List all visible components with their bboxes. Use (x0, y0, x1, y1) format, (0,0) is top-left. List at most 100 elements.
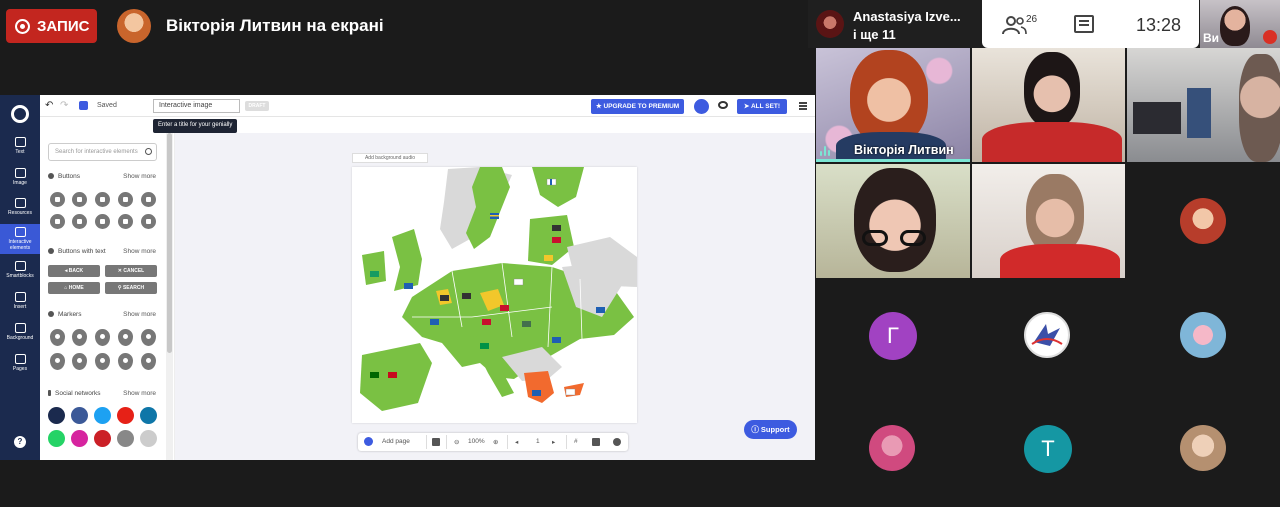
next-page-icon[interactable]: ▸ (552, 438, 555, 446)
nav-smartblocks[interactable]: Smartblocks (0, 261, 40, 279)
add-page-button[interactable]: Add page (382, 438, 410, 445)
info-button-icon[interactable] (118, 192, 133, 207)
zoom-level: 100% (468, 438, 485, 445)
instagram-icon[interactable] (71, 430, 88, 447)
editor-left-nav: Text Image Resources Interactive element… (0, 95, 40, 460)
europe-map-card[interactable] (352, 167, 637, 423)
layout-icon[interactable] (592, 438, 600, 446)
parking-marker-icon[interactable] (141, 329, 156, 346)
all-set-button[interactable]: ➤ ALL SET! (737, 99, 787, 114)
saved-check-icon (79, 101, 88, 110)
whatsapp-icon[interactable] (48, 430, 65, 447)
record-button[interactable]: ЗАПИС (6, 9, 97, 43)
add-page-icon[interactable] (364, 437, 373, 446)
presenter-avatar (117, 9, 151, 43)
settings-button-icon[interactable] (141, 192, 156, 207)
search-text-button[interactable]: ⚲ SEARCH (105, 282, 157, 294)
add-background-audio-button[interactable]: Add background audio (352, 153, 428, 163)
participant-avatar-t[interactable]: Т (1024, 425, 1072, 473)
canvas-bottom-bar: Add page ⊖ 100% ⊕ ◂ 1 ▸ # (358, 433, 628, 451)
show-more-buttons-text[interactable]: Show more (123, 248, 156, 255)
show-more-buttons[interactable]: Show more (123, 173, 156, 180)
home-text-button[interactable]: ⌂ HOME (48, 282, 100, 294)
participant-avatar-1[interactable] (1180, 198, 1226, 244)
people-icon[interactable] (1002, 15, 1028, 35)
smartblocks-icon (14, 261, 26, 271)
theme-icon[interactable] (613, 438, 621, 446)
home-button-icon[interactable] (50, 192, 65, 207)
user-button-icon[interactable] (141, 214, 156, 229)
add-button-icon[interactable] (118, 214, 133, 229)
pinterest-icon[interactable] (94, 430, 111, 447)
zoom-in-icon[interactable]: ⊕ (493, 438, 498, 446)
video-tile-presenter[interactable]: Вікторія Литвин (816, 48, 970, 162)
panel-scroll-thumb[interactable] (167, 133, 172, 353)
food-marker-icon[interactable] (118, 353, 133, 370)
car-marker-icon[interactable] (50, 329, 65, 346)
participant-avatar-2[interactable] (1180, 312, 1226, 358)
self-video-tile[interactable]: Ви (1200, 0, 1280, 48)
nav-interactive-elements[interactable]: Interactive elements (0, 224, 40, 254)
email-icon[interactable] (140, 430, 157, 447)
nav-text[interactable]: Text (0, 137, 40, 155)
search-icon[interactable] (145, 148, 152, 155)
image-icon (14, 168, 26, 178)
video-tile-5[interactable] (972, 164, 1125, 278)
bus-marker-icon[interactable] (72, 329, 87, 346)
next-button-icon[interactable] (72, 214, 87, 229)
nav-pages[interactable]: Pages (0, 354, 40, 372)
zoom-out-icon[interactable]: ⊖ (454, 438, 459, 446)
preview-eye-icon[interactable] (718, 101, 728, 109)
cancel-text-button[interactable]: ✕ CANCEL (105, 265, 157, 277)
twitter-icon[interactable] (94, 407, 111, 424)
back-button-icon[interactable] (95, 214, 110, 229)
title-input[interactable]: Interactive image (153, 99, 240, 113)
facebook-icon[interactable] (71, 407, 88, 424)
nav-background[interactable]: Background (0, 323, 40, 341)
building-marker-icon[interactable] (95, 329, 110, 346)
hand-button-icon[interactable] (50, 214, 65, 229)
undo-icon[interactable]: ↶ (45, 100, 53, 111)
show-more-social[interactable]: Show more (123, 390, 156, 397)
help-icon[interactable]: ? (14, 436, 26, 448)
elements-search-input[interactable]: Search for interactive elements (48, 143, 157, 161)
logo-icon (1031, 324, 1063, 346)
place-marker-icon[interactable] (95, 353, 110, 370)
support-button[interactable]: ⓘ Support (744, 420, 797, 439)
back-text-button[interactable]: ◂ BACK (48, 265, 100, 277)
show-more-markers[interactable]: Show more (123, 311, 156, 318)
pages-icon (14, 354, 26, 364)
redo-icon[interactable]: ↷ (60, 100, 68, 111)
eye-button-icon[interactable] (95, 192, 110, 207)
shop-marker-icon[interactable] (141, 353, 156, 370)
grid-icon[interactable]: # (574, 438, 578, 445)
menu-icon[interactable] (799, 102, 807, 104)
linkedin-icon[interactable] (140, 407, 157, 424)
box-marker-icon[interactable] (50, 353, 65, 370)
meeting-controls-panel: 26 13:28 (982, 0, 1199, 48)
prev-page-icon[interactable]: ◂ (515, 438, 518, 446)
user-avatar-icon[interactable] (694, 99, 709, 114)
web-icon[interactable] (117, 430, 134, 447)
panel-scrollbar[interactable] (166, 133, 173, 460)
vehicle-marker-icon[interactable] (118, 329, 133, 346)
nav-image[interactable]: Image (0, 168, 40, 186)
video-tile-2[interactable] (972, 48, 1125, 162)
youtube-icon[interactable] (117, 407, 134, 424)
upgrade-premium-button[interactable]: ★ UPGRADE TO PREMIUM (591, 99, 684, 114)
insert-icon (14, 292, 26, 302)
participant-avatar-3[interactable] (869, 425, 915, 471)
trash-icon[interactable] (432, 438, 440, 446)
background-icon (14, 323, 26, 333)
nav-resources[interactable]: Resources (0, 198, 40, 216)
participant-avatar-4[interactable] (1180, 425, 1226, 471)
participant-avatar-logo[interactable] (1024, 312, 1070, 358)
video-tile-3[interactable] (1127, 48, 1280, 162)
nav-insert[interactable]: Insert (0, 292, 40, 310)
list-button-icon[interactable] (72, 192, 87, 207)
video-tile-4[interactable] (816, 164, 970, 278)
cross-marker-icon[interactable] (72, 353, 87, 370)
participant-avatar-g[interactable]: Г (869, 312, 917, 360)
genially-social-icon[interactable] (48, 407, 65, 424)
chat-icon[interactable] (1074, 15, 1094, 33)
